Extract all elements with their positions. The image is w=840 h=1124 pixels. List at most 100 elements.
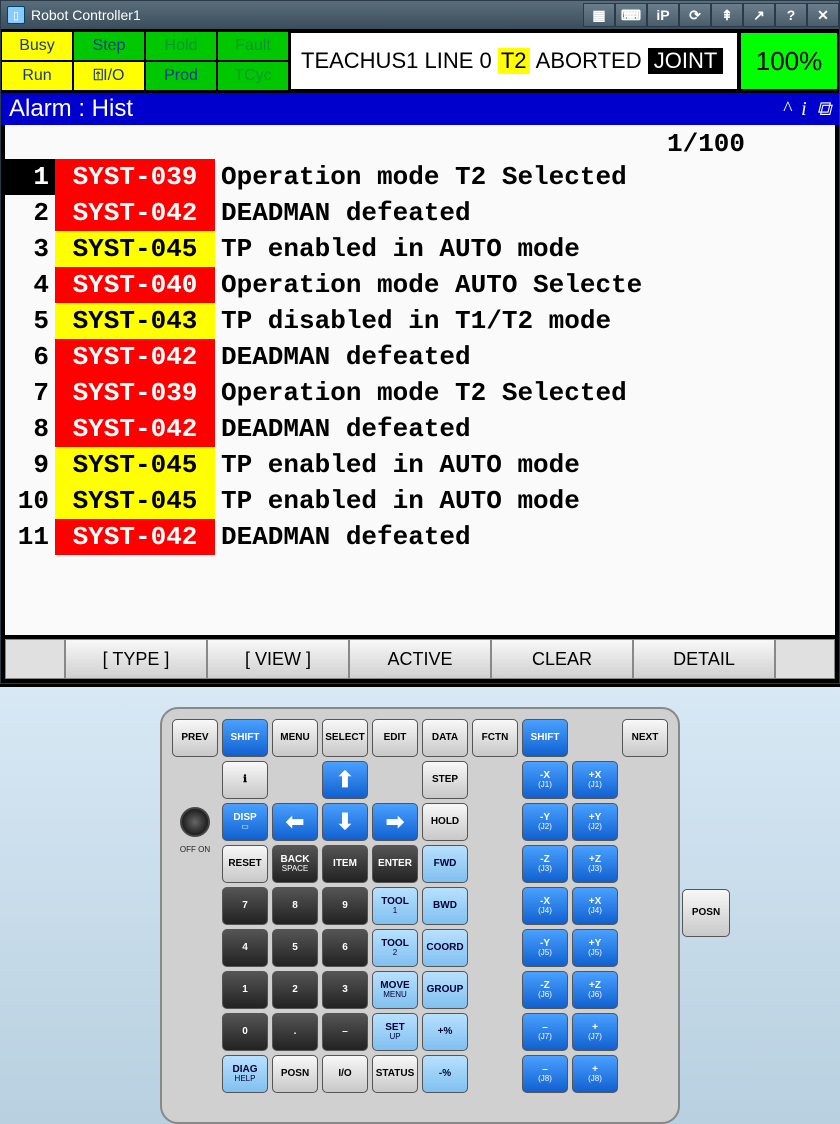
- pendant-key-reset[interactable]: RESET: [222, 845, 268, 883]
- pendant-key-hold[interactable]: HOLD: [422, 803, 468, 841]
- pendant-key-x[interactable]: -X(J1): [522, 761, 568, 799]
- softkey-detail[interactable]: DETAIL: [633, 639, 775, 679]
- titlebar-button-iP[interactable]: iP: [647, 3, 679, 27]
- pendant-key-prev[interactable]: PREV: [172, 719, 218, 757]
- pendant-key-step[interactable]: STEP: [422, 761, 468, 799]
- pendant-key-item[interactable]: ITEM: [322, 845, 368, 883]
- pendant-key-data[interactable]: DATA: [422, 719, 468, 757]
- status-coord: JOINT: [648, 48, 724, 74]
- pendant-key-[interactable]: ℹ: [222, 761, 268, 799]
- pendant-key-2[interactable]: 2: [272, 971, 318, 1009]
- titlebar-button-✕[interactable]: ✕: [807, 3, 839, 27]
- softkey-left-blank[interactable]: [5, 639, 65, 679]
- pendant-key-z[interactable]: +Z(J6): [572, 971, 618, 1009]
- pendant-key-tool[interactable]: TOOL2: [372, 929, 418, 967]
- pendant-key-1[interactable]: 1: [222, 971, 268, 1009]
- window-title: Robot Controller1: [31, 7, 583, 23]
- status-i-o: ⍐ I/O: [73, 61, 145, 91]
- pendant-key-y[interactable]: +Y(J2): [572, 803, 618, 841]
- pendant-key-fctn[interactable]: FCTN: [472, 719, 518, 757]
- alarm-row[interactable]: 3SYST-045TP enabled in AUTO mode: [5, 231, 835, 267]
- pendant-key-3[interactable]: 3: [322, 971, 368, 1009]
- pendant-key-[interactable]: +(J7): [572, 1013, 618, 1051]
- override-percent[interactable]: 100%: [739, 31, 839, 91]
- alarm-row[interactable]: 5SYST-043TP disabled in T1/T2 mode: [5, 303, 835, 339]
- alarm-row[interactable]: 1SYST-039Operation mode T2 Selected: [5, 159, 835, 195]
- alarm-row[interactable]: 7SYST-039Operation mode T2 Selected: [5, 375, 835, 411]
- softkey-clear[interactable]: CLEAR: [491, 639, 633, 679]
- pendant-key-x[interactable]: -X(J4): [522, 887, 568, 925]
- softkey-active[interactable]: ACTIVE: [349, 639, 491, 679]
- pendant-key-io[interactable]: I/O: [322, 1055, 368, 1093]
- pendant-key-[interactable]: ⬆: [322, 761, 368, 799]
- pendant-key-diag[interactable]: DIAGHELP: [222, 1055, 268, 1093]
- pendant-key-group[interactable]: GROUP: [422, 971, 468, 1009]
- caret-up-icon[interactable]: ^: [783, 98, 791, 121]
- pendant-key-bwd[interactable]: BWD: [422, 887, 468, 925]
- pendant-key-[interactable]: –: [322, 1013, 368, 1051]
- pendant-key-tool[interactable]: TOOL1: [372, 887, 418, 925]
- pendant-key-enter[interactable]: ENTER: [372, 845, 418, 883]
- alarm-row[interactable]: 2SYST-042DEADMAN defeated: [5, 195, 835, 231]
- pendant-key-4[interactable]: 4: [222, 929, 268, 967]
- softkey-view[interactable]: [ VIEW ]: [207, 639, 349, 679]
- pendant-key-[interactable]: ⬇: [322, 803, 368, 841]
- pendant-key-[interactable]: -%: [422, 1055, 468, 1093]
- pendant-key-y[interactable]: -Y(J5): [522, 929, 568, 967]
- alarm-row[interactable]: 9SYST-045TP enabled in AUTO mode: [5, 447, 835, 483]
- pendant-key-8[interactable]: 8: [272, 887, 318, 925]
- pendant-key-next[interactable]: NEXT: [622, 719, 668, 757]
- pendant-key-[interactable]: .: [272, 1013, 318, 1051]
- pendant-key-edit[interactable]: EDIT: [372, 719, 418, 757]
- pendant-key-shift[interactable]: SHIFT: [222, 719, 268, 757]
- pendant-key-[interactable]: +%: [422, 1013, 468, 1051]
- pendant-key-set[interactable]: SETUP: [372, 1013, 418, 1051]
- pendant-key-coord[interactable]: COORD: [422, 929, 468, 967]
- pendant-key-back[interactable]: BACKSPACE: [272, 845, 318, 883]
- pendant-key-x[interactable]: +X(J4): [572, 887, 618, 925]
- pendant-key-z[interactable]: -Z(J6): [522, 971, 568, 1009]
- pendant-key-[interactable]: ➡: [372, 803, 418, 841]
- pendant-key-[interactable]: –(J8): [522, 1055, 568, 1093]
- pendant-key-9[interactable]: 9: [322, 887, 368, 925]
- pendant-key-x[interactable]: +X(J1): [572, 761, 618, 799]
- alarm-message: TP enabled in AUTO mode: [215, 231, 580, 267]
- softkey-type[interactable]: [ TYPE ]: [65, 639, 207, 679]
- pendant-key-7[interactable]: 7: [222, 887, 268, 925]
- titlebar-button-⌨[interactable]: ⌨: [615, 3, 647, 27]
- pendant-key-move[interactable]: MOVEMENU: [372, 971, 418, 1009]
- pendant-key-y[interactable]: +Y(J5): [572, 929, 618, 967]
- titlebar-button-⟳[interactable]: ⟳: [679, 3, 711, 27]
- pendant-key-status[interactable]: STATUS: [372, 1055, 418, 1093]
- pendant-key-y[interactable]: -Y(J2): [522, 803, 568, 841]
- pendant-key-[interactable]: +(J8): [572, 1055, 618, 1093]
- pendant-key-[interactable]: –(J7): [522, 1013, 568, 1051]
- posn-side-button[interactable]: POSN: [682, 889, 730, 937]
- pendant-key-shift[interactable]: SHIFT: [522, 719, 568, 757]
- titlebar-button-⇞[interactable]: ⇞: [711, 3, 743, 27]
- status-mode: T2: [498, 48, 530, 74]
- alarm-message: TP enabled in AUTO mode: [215, 483, 580, 519]
- alarm-row[interactable]: 10SYST-045TP enabled in AUTO mode: [5, 483, 835, 519]
- titlebar-button-?[interactable]: ?: [775, 3, 807, 27]
- softkey-right-blank[interactable]: [775, 639, 835, 679]
- pendant-key-z[interactable]: +Z(J3): [572, 845, 618, 883]
- pendant-key-6[interactable]: 6: [322, 929, 368, 967]
- alarm-row[interactable]: 4SYST-040Operation mode AUTO Selecte: [5, 267, 835, 303]
- titlebar-button-▦[interactable]: ▦: [583, 3, 615, 27]
- pendant-key-select[interactable]: SELECT: [322, 719, 368, 757]
- alarm-row[interactable]: 8SYST-042DEADMAN defeated: [5, 411, 835, 447]
- pendant-key-[interactable]: ⬅: [272, 803, 318, 841]
- pendant-key-disp[interactable]: DISP▭: [222, 803, 268, 841]
- titlebar-button-↗[interactable]: ↗: [743, 3, 775, 27]
- multiwindow-icon[interactable]: ⧉: [817, 98, 831, 121]
- alarm-row[interactable]: 11SYST-042DEADMAN defeated: [5, 519, 835, 555]
- pendant-key-posn[interactable]: POSN: [272, 1055, 318, 1093]
- pendant-key-fwd[interactable]: FWD: [422, 845, 468, 883]
- pendant-key-5[interactable]: 5: [272, 929, 318, 967]
- pendant-key-0[interactable]: 0: [222, 1013, 268, 1051]
- info-icon[interactable]: i: [801, 98, 807, 121]
- alarm-row[interactable]: 6SYST-042DEADMAN defeated: [5, 339, 835, 375]
- pendant-key-z[interactable]: -Z(J3): [522, 845, 568, 883]
- pendant-key-menu[interactable]: MENU: [272, 719, 318, 757]
